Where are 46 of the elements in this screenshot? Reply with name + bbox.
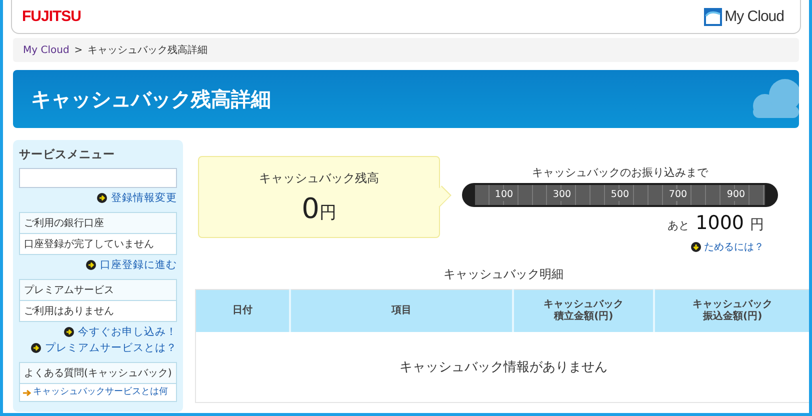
gauge-tick-label: 700 (668, 189, 688, 201)
breadcrumb-current: キャッシュバック残高詳細 (88, 44, 208, 57)
menu-link[interactable]: 口座登録に進む (86, 258, 177, 272)
gauge-tick-label: 300 (552, 189, 572, 201)
column-header-line: キャッシュバック (542, 299, 625, 310)
arrow-circle-icon (97, 193, 107, 203)
currency-unit: 円 (750, 216, 764, 234)
menu-link[interactable]: 登録情報変更 (97, 191, 177, 205)
breadcrumb-separator: > (74, 44, 83, 56)
arrow-circle-icon (86, 260, 96, 270)
column-header-line: 振込金額(円) (702, 311, 764, 323)
sidebar-title: サービスメニュー (19, 147, 116, 162)
empty-message: キャッシュバック情報がありません (196, 332, 809, 402)
gauge-tick-label: 900 (726, 189, 746, 201)
panel-title: ご利用の銀行口座 (20, 213, 176, 234)
gauge-title: キャッシュバックのお振り込みまで (532, 165, 708, 180)
menu-link[interactable]: 今すぐお申し込み！ (64, 325, 177, 339)
panel-text: ご利用はありません (23, 304, 115, 319)
brand-name: My Cloud (724, 8, 784, 25)
section-title: キャッシュバック明細 (444, 266, 564, 283)
arrow-icon (23, 388, 31, 396)
gauge-tick-label: 100 (494, 189, 514, 201)
panel-text: 口座登録が完了していません (23, 238, 155, 252)
gauge-tick-label: 500 (610, 189, 630, 201)
help-link[interactable]: ためるには？ (691, 240, 764, 254)
page-title: キャッシュバック残高詳細 (30, 86, 271, 113)
account-field[interactable] (19, 168, 177, 188)
breadcrumb-link[interactable]: My Cloud (23, 44, 70, 56)
remaining-prefix: あと (668, 218, 690, 233)
fujitsu-logo: FUJITSU (22, 8, 82, 25)
arrow-circle-icon (31, 343, 41, 353)
panel-title: よくある質問(キャッシュバック) (20, 363, 176, 384)
balance-amount: 0 (302, 192, 320, 225)
column-header: 日付 (232, 305, 252, 316)
remaining-amount: 1000 (696, 212, 744, 234)
down-arrow-circle-icon (691, 242, 701, 252)
balance-label: キャッシュバック残高 (259, 170, 379, 187)
currency-unit: 円 (319, 202, 336, 224)
faq-link[interactable]: キャッシュバックサービスとは何 (20, 384, 176, 401)
menu-link[interactable]: プレミアムサービスとは？ (31, 341, 177, 355)
arrow-circle-icon (64, 327, 74, 337)
cloud-logo-icon (704, 8, 722, 26)
column-header-line: 積立金額(円) (552, 311, 614, 323)
column-header: 項目 (391, 305, 412, 316)
panel-title: プレミアムサービス (20, 280, 176, 301)
column-header-line: キャッシュバック (692, 299, 774, 310)
